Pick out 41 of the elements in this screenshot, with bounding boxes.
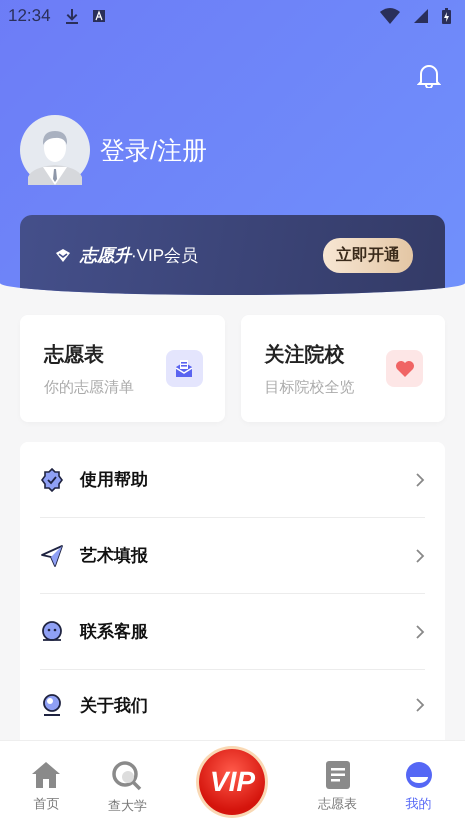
- keyboard-icon: [92, 10, 105, 22]
- shortcut-card[interactable]: 关注院校 目标院校全览: [240, 315, 445, 422]
- download-icon: [64, 8, 79, 24]
- tab-item[interactable]: 志愿表: [297, 741, 378, 828]
- signal-icon: [414, 9, 428, 23]
- card-title: 关注院校: [264, 342, 346, 368]
- menu-item[interactable]: 使用帮助: [40, 442, 425, 518]
- chevron-right-icon: [415, 624, 425, 640]
- tab-item[interactable]: 我的: [378, 741, 459, 828]
- chevron-right-icon: [415, 697, 425, 713]
- chevron-right-icon: [415, 472, 425, 488]
- heart-icon: [394, 360, 414, 378]
- vip-tab[interactable]: VIP: [199, 749, 266, 815]
- tab-item[interactable]: 首页: [6, 741, 87, 828]
- tab-item[interactable]: 查大学: [86, 741, 168, 828]
- diamond-icon: [54, 248, 72, 262]
- profile-icon[interactable]: [404, 761, 433, 789]
- card-title: 志愿表: [44, 342, 105, 368]
- document-icon[interactable]: [326, 761, 350, 789]
- battery-icon: [442, 8, 451, 24]
- card-subtitle: 你的志愿清单: [44, 378, 135, 396]
- paper-plane-icon: [40, 544, 64, 568]
- search-icon[interactable]: [111, 761, 144, 791]
- activate-button[interactable]: 立即开通: [323, 238, 413, 273]
- shortcut-card[interactable]: 志愿表 你的志愿清单: [20, 315, 224, 422]
- chat-bubble-icon: [40, 620, 64, 644]
- avatar-icon[interactable]: [20, 115, 90, 185]
- vip-label: ·VIP会员: [131, 245, 198, 267]
- menu-item[interactable]: 艺术填报: [40, 518, 425, 594]
- card-subtitle: 目标院校全览: [264, 378, 356, 396]
- bell-icon[interactable]: [417, 62, 441, 88]
- badge-check-icon: [40, 468, 64, 492]
- menu-item[interactable]: 关于我们: [40, 670, 425, 740]
- globe-icon: [40, 693, 64, 717]
- envelope-icon: [174, 358, 194, 378]
- chevron-right-icon: [415, 548, 425, 564]
- wifi-icon: [380, 8, 400, 24]
- status-time: 12:34: [8, 6, 51, 26]
- menu-item[interactable]: 联系客服: [40, 594, 425, 670]
- home-icon[interactable]: [31, 761, 62, 789]
- brand-name: 志愿升: [80, 245, 131, 267]
